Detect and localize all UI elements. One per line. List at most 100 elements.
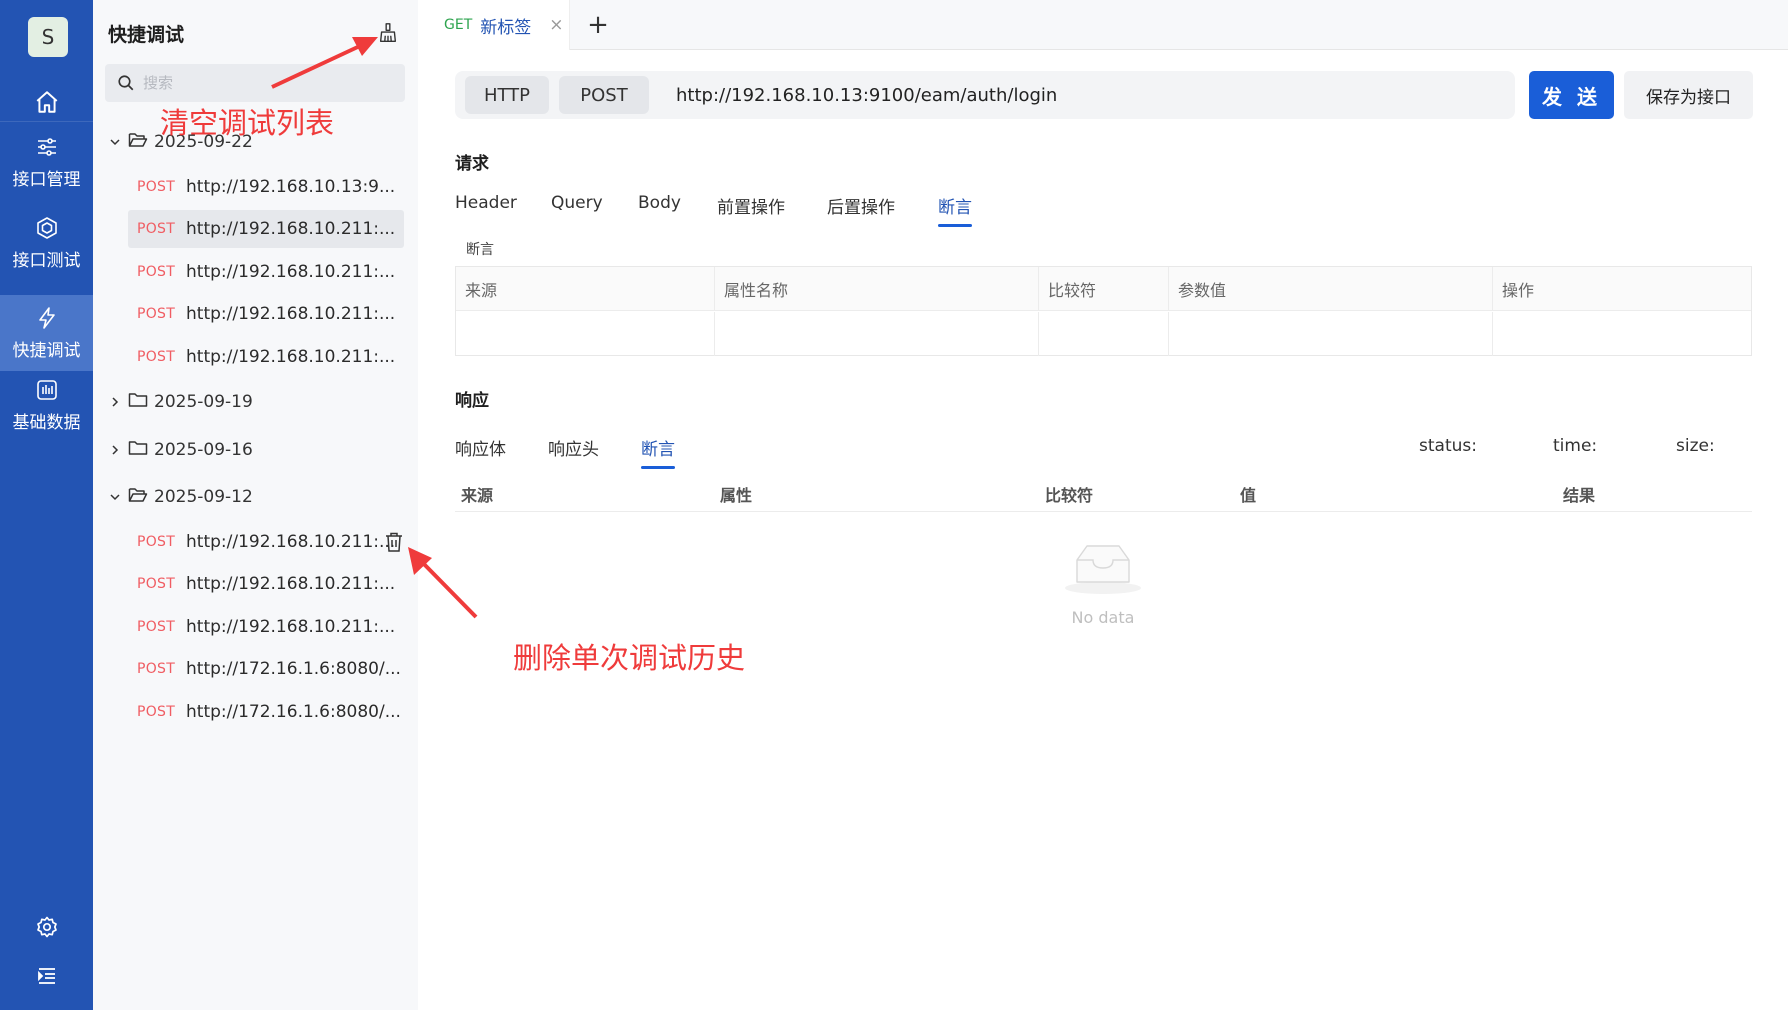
tab-title: 新标签: [480, 17, 532, 38]
collapse-menu-button[interactable]: [0, 958, 93, 994]
history-item[interactable]: POST http://192.168.10.211:...: [128, 608, 404, 646]
nav-item-base-data[interactable]: 基础数据: [0, 367, 93, 443]
table-cell[interactable]: [1493, 312, 1751, 356]
method-badge: POST: [137, 179, 176, 195]
table-cell[interactable]: [1039, 312, 1169, 356]
clear-list-button[interactable]: [375, 20, 401, 46]
empty-inbox-icon: [1065, 545, 1141, 594]
history-url: http://192.168.10.211:...: [186, 219, 396, 239]
arrow-to-trash-button: [408, 547, 478, 619]
tab-bar: GET 新标签 × +: [418, 0, 1788, 50]
folder-open-icon: [128, 131, 148, 154]
date-group-toggle[interactable]: 2025-09-19: [108, 389, 253, 415]
request-bar: HTTP POST: [455, 71, 1515, 119]
method-badge: POST: [137, 221, 176, 237]
column-header: 比较符: [1039, 267, 1169, 311]
send-button[interactable]: 发 送: [1529, 71, 1614, 119]
tab-response-assertions[interactable]: 断言: [641, 435, 675, 469]
history-url: http://192.168.10.211:...: [186, 617, 396, 637]
nav-item-label: 基础数据: [12, 412, 81, 433]
method-badge: POST: [137, 306, 176, 322]
folder-icon: [128, 391, 148, 414]
annotation-clear-list: 清空调试列表: [160, 106, 335, 140]
table-cell[interactable]: [715, 312, 1039, 356]
tab-post-actions[interactable]: 后置操作: [827, 193, 895, 225]
app-window: S 接口管理 接口测试 快捷调试 基础数据 快捷调试 搜索 2025-09-22…: [0, 0, 1788, 1010]
date-group-toggle[interactable]: 2025-09-16: [108, 437, 253, 463]
column-header: 结果: [1563, 486, 1596, 505]
table-header-row: 来源 属性名称 比较符 参数值 操作: [456, 267, 1751, 311]
column-header: 值: [1240, 486, 1257, 505]
column-header: 属性名称: [715, 267, 1039, 311]
tab-body[interactable]: Body: [638, 193, 681, 225]
history-url: http://192.168.10.211:...: [186, 532, 396, 552]
time-label: time:: [1553, 436, 1598, 456]
tab-response-headers[interactable]: 响应头: [548, 435, 599, 467]
url-input[interactable]: [676, 76, 1496, 114]
sidebar-title: 快捷调试: [108, 24, 185, 46]
empty-text: No data: [1071, 608, 1135, 627]
close-icon[interactable]: ×: [549, 15, 563, 35]
tab-header[interactable]: Header: [455, 193, 517, 225]
save-as-api-button[interactable]: 保存为接口: [1624, 71, 1753, 119]
tab-new[interactable]: GET 新标签 ×: [418, 0, 570, 50]
home-nav-item[interactable]: [0, 82, 93, 122]
history-url: http://192.168.10.13:9...: [186, 177, 396, 197]
nav-item-label: 快捷调试: [12, 340, 81, 361]
nav-item-api-test[interactable]: 接口测试: [0, 205, 93, 281]
nav-item-api-management[interactable]: 接口管理: [0, 124, 93, 200]
history-item[interactable]: POST http://192.168.10.211:...: [128, 295, 404, 333]
settings-button[interactable]: [0, 909, 93, 945]
folder-open-icon: [128, 486, 148, 509]
delete-history-button[interactable]: [383, 531, 405, 553]
add-tab-button[interactable]: +: [582, 9, 614, 41]
history-item[interactable]: POST http://192.168.10.13:9...: [128, 168, 404, 206]
method-badge: POST: [137, 661, 176, 677]
nav-item-quick-debug[interactable]: 快捷调试: [0, 295, 93, 371]
table-cell[interactable]: [456, 312, 715, 356]
group-date: 2025-09-16: [154, 440, 253, 460]
column-header: 比较符: [1045, 486, 1094, 505]
search-box[interactable]: [105, 64, 405, 102]
search-icon: [118, 75, 134, 91]
chevron-right-icon: [108, 444, 122, 456]
method-badge: POST: [137, 349, 176, 365]
group-date: 2025-09-19: [154, 392, 253, 412]
chevron-down-icon: [108, 491, 122, 503]
history-item[interactable]: POST http://192.168.10.211:...: [128, 523, 404, 561]
tab-query[interactable]: Query: [551, 193, 603, 225]
tab-response-body[interactable]: 响应体: [455, 435, 506, 467]
tab-assertions[interactable]: 断言: [938, 193, 972, 227]
indent-menu-icon: [37, 968, 55, 984]
chevron-right-icon: [108, 396, 122, 408]
history-url: http://172.16.1.6:8080/...: [186, 659, 401, 679]
trash-icon: [386, 532, 402, 552]
date-group-toggle[interactable]: 2025-09-12: [108, 484, 253, 510]
sliders-icon: [37, 137, 56, 156]
tab-pre-actions[interactable]: 前置操作: [717, 193, 785, 225]
history-item[interactable]: POST http://172.16.1.6:8080/...: [128, 693, 404, 731]
search-input[interactable]: [143, 74, 383, 92]
method-select[interactable]: POST: [559, 76, 649, 114]
history-item[interactable]: POST http://192.168.10.211:...: [128, 338, 404, 376]
size-label: size:: [1676, 436, 1715, 456]
avatar[interactable]: S: [28, 17, 68, 57]
table-row: [456, 312, 1751, 356]
history-item[interactable]: POST http://172.16.1.6:8080/...: [128, 650, 404, 688]
result-table-header: 来源 属性 比较符 值 结果: [455, 472, 1752, 512]
history-url: http://192.168.10.211:...: [186, 574, 396, 594]
gear-icon: [36, 916, 57, 938]
column-header: 来源: [461, 486, 494, 505]
history-item[interactable]: POST http://192.168.10.211:...: [128, 253, 404, 291]
tab-method: GET: [444, 17, 473, 33]
history-item[interactable]: POST http://192.168.10.211:...: [128, 210, 404, 248]
method-badge: POST: [137, 534, 176, 550]
nav-item-label: 接口测试: [12, 250, 81, 271]
history-item[interactable]: POST http://192.168.10.211:...: [128, 565, 404, 603]
protocol-select[interactable]: HTTP: [465, 76, 549, 114]
method-badge: POST: [137, 576, 176, 592]
table-cell[interactable]: [1169, 312, 1493, 356]
home-icon: [36, 90, 57, 113]
method-badge: POST: [137, 264, 176, 280]
group-date: 2025-09-12: [154, 487, 253, 507]
